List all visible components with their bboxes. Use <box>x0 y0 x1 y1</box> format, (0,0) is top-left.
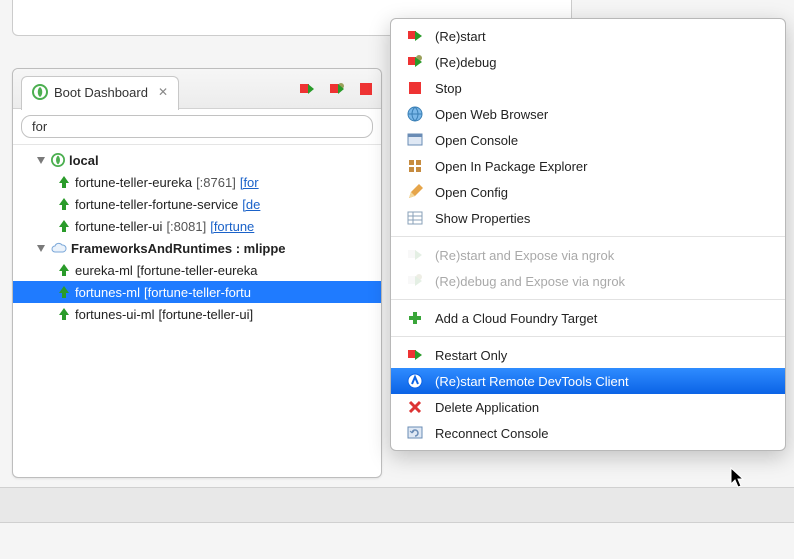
spring-icon <box>32 84 48 100</box>
menu-item-run[interactable]: (Re)start <box>391 23 785 49</box>
menu-item-label: (Re)start <box>435 29 486 44</box>
tree-item[interactable]: fortune-teller-ui [:8081] [fortune <box>13 215 381 237</box>
menu-item-props[interactable]: Show Properties <box>391 205 785 231</box>
menu-item-label: Open Web Browser <box>435 107 548 122</box>
run-icon <box>407 247 423 263</box>
tree-item-name: fortunes-ui-ml <box>75 307 154 322</box>
toolbar-stop-icon[interactable] <box>359 82 373 96</box>
run-icon <box>407 28 423 44</box>
console-icon <box>407 132 423 148</box>
menu-item-label: Open In Package Explorer <box>435 159 587 174</box>
menu-item-label: Show Properties <box>435 211 530 226</box>
tree-item-name: fortune-teller-fortune-service <box>75 197 238 212</box>
tree-item[interactable]: fortune-teller-eureka [:8761] [for <box>13 171 381 193</box>
tree-group-label: FrameworksAndRuntimes : mlippe <box>71 241 286 256</box>
toolbar-run-icon[interactable] <box>299 81 315 97</box>
reconnect-icon <box>407 425 423 441</box>
boot-dashboard-panel: Boot Dashboard ✕ local <box>12 68 382 478</box>
menu-item-label: Open Config <box>435 185 508 200</box>
filter-input[interactable] <box>21 115 373 138</box>
menu-item-label: Delete Application <box>435 400 539 415</box>
devtools-icon <box>407 373 423 389</box>
menu-separator <box>391 336 785 337</box>
delete-icon <box>407 399 423 415</box>
menu-separator <box>391 236 785 237</box>
tree-group-cf[interactable]: FrameworksAndRuntimes : mlippe <box>13 237 381 259</box>
tree-item-suffix: [fortune-teller-fortu <box>144 285 251 300</box>
menu-item-stop[interactable]: Stop <box>391 75 785 101</box>
menu-item-label: Open Console <box>435 133 518 148</box>
tree-item-name: eureka-ml <box>75 263 133 278</box>
menu-item-run[interactable]: Restart Only <box>391 342 785 368</box>
menu-separator <box>391 299 785 300</box>
up-arrow-icon <box>57 285 71 299</box>
menu-item-delete[interactable]: Delete Application <box>391 394 785 420</box>
menu-item-devtools[interactable]: (Re)start Remote DevTools Client <box>391 368 785 394</box>
filter-wrap <box>13 109 381 145</box>
tree-item-name: fortunes-ml <box>75 285 140 300</box>
menu-item-package[interactable]: Open In Package Explorer <box>391 153 785 179</box>
apps-tree[interactable]: local fortune-teller-eureka [:8761] [for… <box>13 145 381 329</box>
tree-item-link[interactable]: [fortune <box>210 219 254 234</box>
menu-item-label: (Re)start Remote DevTools Client <box>435 374 629 389</box>
context-menu[interactable]: (Re)start (Re)debug Stop Open Web Browser Op… <box>390 18 786 451</box>
up-arrow-icon <box>57 263 71 277</box>
tree-item[interactable]: fortunes-ui-ml [fortune-teller-ui] <box>13 303 381 325</box>
tree-group-label: local <box>69 153 99 168</box>
up-arrow-icon <box>57 197 71 211</box>
menu-item-label: (Re)start and Expose via ngrok <box>435 248 614 263</box>
up-arrow-icon <box>57 219 71 233</box>
props-icon <box>407 210 423 226</box>
toolbar-debug-icon[interactable] <box>329 81 345 97</box>
tree-group-local[interactable]: local <box>13 149 381 171</box>
cloud-icon <box>51 242 67 254</box>
menu-item-run: (Re)start and Expose via ngrok <box>391 242 785 268</box>
run-icon <box>407 347 423 363</box>
menu-item-console[interactable]: Open Console <box>391 127 785 153</box>
menu-item-debug[interactable]: (Re)debug <box>391 49 785 75</box>
tree-item[interactable]: eureka-ml [fortune-teller-eureka <box>13 259 381 281</box>
tree-item[interactable]: fortune-teller-fortune-service [de <box>13 193 381 215</box>
menu-item-label: Stop <box>435 81 462 96</box>
tab-boot-dashboard[interactable]: Boot Dashboard ✕ <box>21 76 179 110</box>
tree-item-suffix: [fortune-teller-eureka <box>137 263 258 278</box>
pencil-icon <box>407 184 423 200</box>
menu-item-debug: (Re)debug and Expose via ngrok <box>391 268 785 294</box>
up-arrow-icon <box>57 175 71 189</box>
tree-item-port: [:8081] <box>166 219 206 234</box>
menu-item-globe[interactable]: Open Web Browser <box>391 101 785 127</box>
package-icon <box>407 158 423 174</box>
globe-icon <box>407 106 423 122</box>
menu-item-pencil[interactable]: Open Config <box>391 179 785 205</box>
menu-item-label: Reconnect Console <box>435 426 548 441</box>
tree-item-name: fortune-teller-ui <box>75 219 162 234</box>
tree-item-name: fortune-teller-eureka <box>75 175 192 190</box>
tab-title: Boot Dashboard <box>54 85 148 100</box>
stop-icon <box>407 80 423 96</box>
background-strip-bottom <box>0 487 794 523</box>
menu-item-reconnect[interactable]: Reconnect Console <box>391 420 785 446</box>
up-arrow-icon <box>57 307 71 321</box>
dashboard-toolbar <box>299 81 373 97</box>
menu-item-plus[interactable]: Add a Cloud Foundry Target <box>391 305 785 331</box>
menu-item-label: (Re)debug and Expose via ngrok <box>435 274 625 289</box>
tree-item-selected[interactable]: fortunes-ml [fortune-teller-fortu <box>13 281 381 303</box>
mouse-cursor-icon <box>730 467 746 489</box>
spring-icon <box>51 153 65 167</box>
tree-item-port: [:8761] <box>196 175 236 190</box>
tree-item-link[interactable]: [for <box>240 175 259 190</box>
tree-item-suffix: [fortune-teller-ui] <box>158 307 253 322</box>
chevron-down-icon <box>37 245 45 252</box>
menu-item-label: (Re)debug <box>435 55 496 70</box>
plus-icon <box>407 310 423 326</box>
debug-icon <box>407 54 423 70</box>
tree-item-link[interactable]: [de <box>242 197 260 212</box>
chevron-down-icon <box>37 157 45 164</box>
menu-item-label: Restart Only <box>435 348 507 363</box>
tab-bar: Boot Dashboard ✕ <box>13 69 381 109</box>
tab-close-icon[interactable]: ✕ <box>158 85 168 99</box>
menu-item-label: Add a Cloud Foundry Target <box>435 311 597 326</box>
debug-icon <box>407 273 423 289</box>
